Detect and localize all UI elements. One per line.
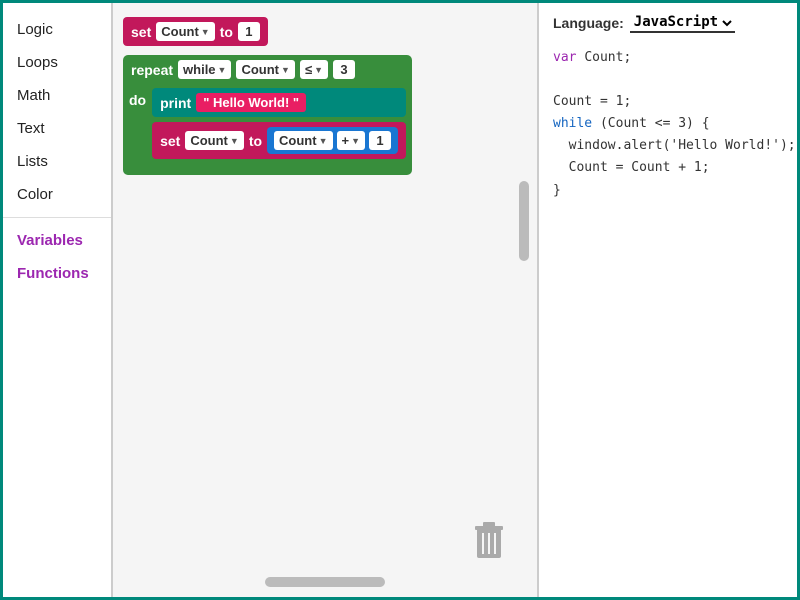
do-label: do [129, 92, 146, 108]
sidebar-item-text[interactable]: Text [3, 112, 111, 145]
trash-container[interactable] [471, 518, 507, 567]
lte-operator[interactable]: ≤ [300, 60, 328, 79]
code-line-4: while (Count <= 3) { [553, 113, 783, 135]
sidebar-item-logic[interactable]: Logic [3, 13, 111, 46]
to-label-2: to [249, 133, 262, 149]
value-3-input[interactable]: 3 [333, 60, 355, 79]
blocks-area: set Count to 1 repeat while Count ≤ 3 do [113, 3, 537, 597]
print-label: print [160, 95, 191, 111]
do-inner: print " Hello World! " set Count to Coun… [152, 88, 406, 159]
set-count-block[interactable]: set Count to 1 [123, 17, 268, 46]
count-dropdown-1[interactable]: Count [156, 22, 214, 41]
code-panel-header: Language: JavaScript Python [553, 13, 783, 33]
count-dropdown-2[interactable]: Count [236, 60, 294, 79]
value-1-input[interactable]: 1 [238, 22, 260, 41]
set-label-2: set [160, 133, 180, 149]
sidebar-item-lists[interactable]: Lists [3, 145, 111, 178]
loop-container: repeat while Count ≤ 3 do print " Hello … [123, 55, 412, 175]
sidebar-item-math[interactable]: Math [3, 79, 111, 112]
code-panel: Language: JavaScript Python var Count; C… [537, 3, 797, 597]
code-line-5: window.alert('Hello World!'); [553, 135, 783, 157]
set-label: set [131, 24, 151, 40]
sidebar-item-functions[interactable]: Functions [3, 257, 111, 290]
repeat-while-block[interactable]: repeat while Count ≤ 3 [123, 55, 412, 84]
code-line-7: } [553, 180, 783, 202]
to-label-1: to [220, 24, 233, 40]
sidebar-item-color[interactable]: Color [3, 178, 111, 211]
vertical-scrollbar[interactable] [519, 181, 529, 261]
code-line-3: Count = 1; [553, 91, 783, 113]
sidebar-item-variables[interactable]: Variables [3, 224, 111, 257]
sidebar: Logic Loops Math Text Lists Color Variab… [3, 3, 113, 597]
value-1b-input[interactable]: 1 [369, 131, 391, 150]
code-line-blank [553, 69, 783, 91]
code-lines: var Count; Count = 1; while (Count <= 3)… [553, 47, 783, 202]
loop-bottom-cap [123, 165, 412, 175]
language-label: Language: [553, 15, 624, 31]
print-block[interactable]: print " Hello World! " [152, 88, 406, 117]
plus-operator[interactable]: + [337, 131, 366, 150]
hello-world-string: " Hello World! " [196, 93, 306, 112]
language-select[interactable]: JavaScript Python [630, 13, 735, 33]
horizontal-scrollbar[interactable] [265, 577, 385, 587]
sidebar-item-loops[interactable]: Loops [3, 46, 111, 79]
do-block: do print " Hello World! " set Count to [123, 84, 412, 165]
repeat-label: repeat [131, 62, 173, 78]
trash-icon [471, 518, 507, 562]
sidebar-divider [3, 217, 111, 218]
code-line-6: Count = Count + 1; [553, 157, 783, 179]
math-block[interactable]: Count + 1 [267, 127, 398, 154]
code-line-1: var Count; [553, 47, 783, 69]
count-dropdown-4[interactable]: Count [274, 131, 332, 150]
set-count-2-block[interactable]: set Count to Count + 1 [152, 122, 406, 159]
count-dropdown-3[interactable]: Count [185, 131, 243, 150]
while-dropdown[interactable]: while [178, 60, 231, 79]
